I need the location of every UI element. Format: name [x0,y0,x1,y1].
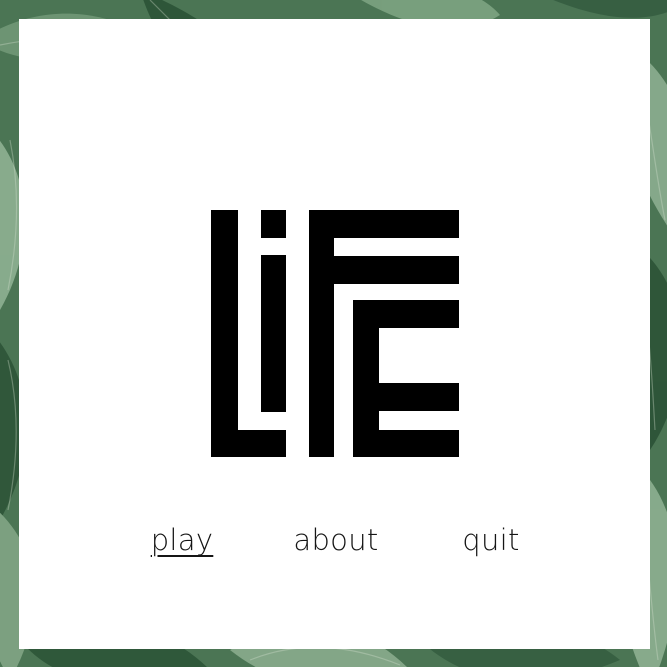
logo-f-middle [309,256,459,284]
logo-i-dot [261,210,286,238]
logo-e-top [353,300,459,328]
logo-i-stem [261,255,286,412]
logo-l-vertical [211,210,238,457]
logo-e-middle [353,383,459,411]
logo-f-top [309,210,459,238]
life-logo [211,210,459,457]
logo-f-vertical [309,210,334,457]
logo-e-bottom [353,430,459,457]
game-screen: play about quit [0,0,667,667]
about-button[interactable]: about [293,520,378,560]
quit-button[interactable]: quit [462,520,519,560]
play-button[interactable]: play [151,520,214,560]
logo-l-bottom [211,430,286,457]
